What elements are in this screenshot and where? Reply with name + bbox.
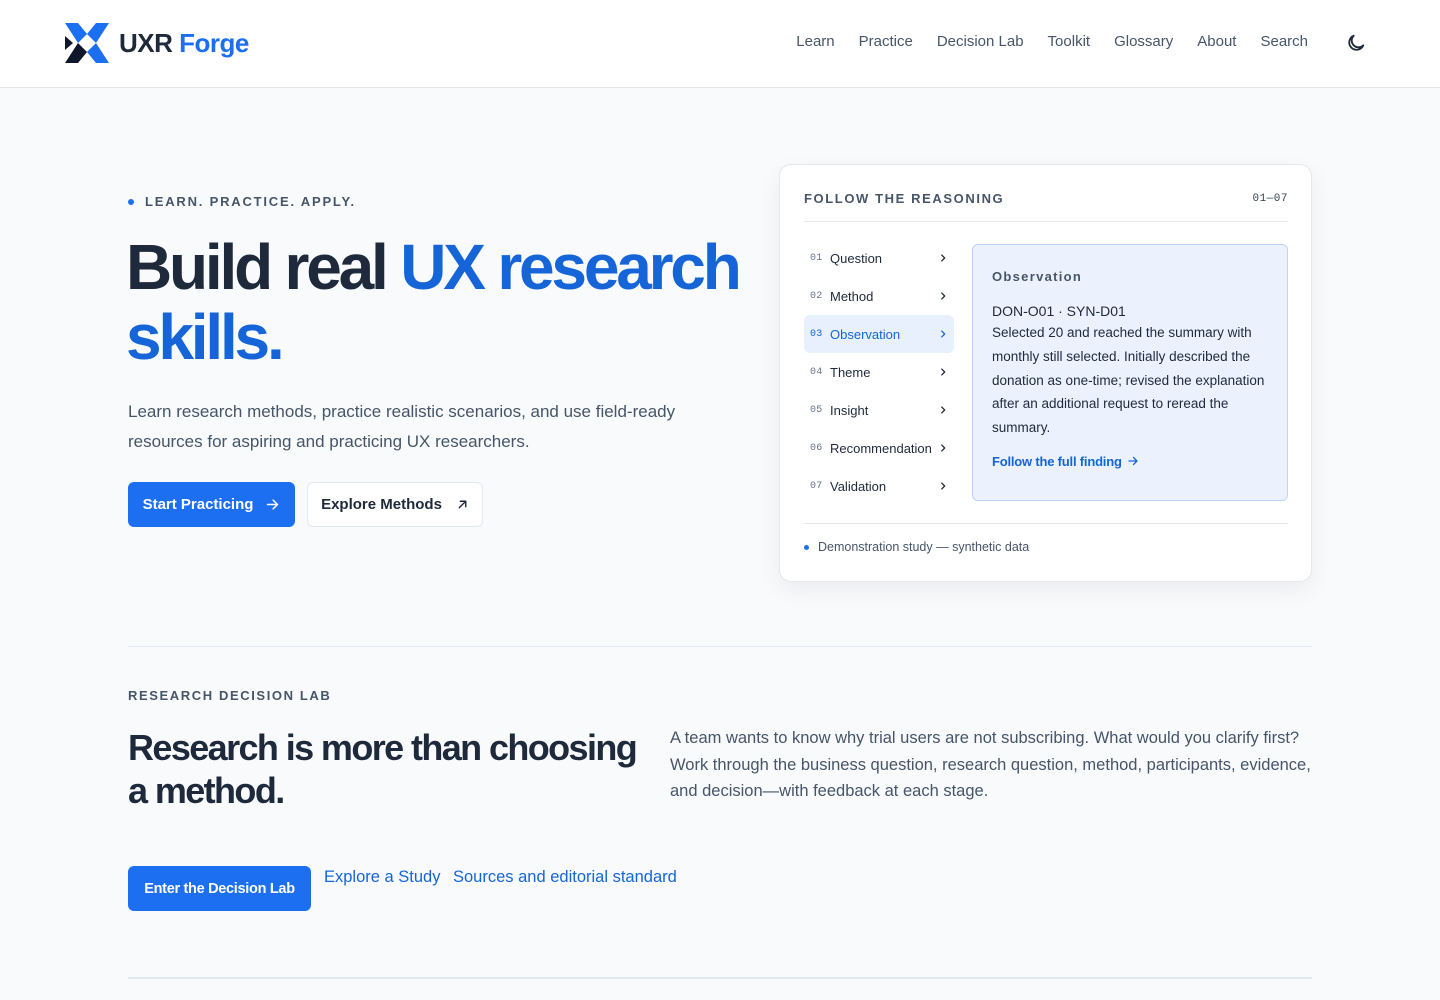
lab-eyebrow: RESEARCH DECISION LAB [128,688,332,703]
chevron-right-icon [941,330,946,338]
nav-decision-lab[interactable]: Decision Lab [937,33,1024,50]
eyebrow-dot [128,198,134,205]
step-number: 06 [810,442,823,454]
chevron-right-icon [941,444,946,452]
main-nav: Learn Practice Decision Lab Toolkit Glos… [796,33,1308,50]
step-insight[interactable]: 05 Insight [804,391,954,429]
enter-decision-lab-button[interactable]: Enter the Decision Lab [128,866,311,911]
step-label: Validation [830,478,887,494]
step-number: 01 [810,252,823,264]
step-question[interactable]: 01 Question [804,239,954,277]
follow-finding-label: Follow the full finding [992,453,1122,469]
reasoning-steps: 01 Question 02 Method 03 Observation 04 … [804,239,954,505]
nav-glossary[interactable]: Glossary [1114,33,1173,50]
step-observation[interactable]: 03 Observation [804,315,954,353]
chevron-right-icon [941,482,946,490]
step-number: 04 [810,366,823,378]
section-divider [128,646,1312,647]
card-divider [804,221,1288,222]
chevron-right-icon [941,368,946,376]
step-label: Method [830,288,874,304]
card-step-range: 01—07 [1252,193,1288,205]
hero-eyebrow: LEARN. PRACTICE. APPLY. [128,194,356,209]
chevron-right-icon [941,406,946,414]
moon-icon[interactable] [1345,32,1367,54]
nav-about[interactable]: About [1197,33,1236,50]
nav-learn[interactable]: Learn [796,33,834,50]
bottom-divider [128,977,1312,979]
hero-title-main: Build real [126,231,389,303]
card-footer-text: Demonstration study — synthetic data [818,540,1030,554]
card-title: FOLLOW THE REASONING [804,191,1005,206]
arrow-up-right-icon [458,500,467,509]
observation-title: Observation [992,269,1083,284]
chevron-right-icon [941,254,946,262]
step-label: Insight [830,402,869,418]
start-practicing-button[interactable]: Start Practicing [128,482,295,527]
step-validation[interactable]: 07 Validation [804,467,954,505]
card-footer-divider [804,523,1288,524]
hero-title: Build real UX research skills. [126,232,746,372]
nav-practice[interactable]: Practice [859,33,913,50]
explore-study-link[interactable]: Explore a Study [324,868,440,887]
arrow-right-icon [1128,457,1138,466]
lab-title: Research is more than choosing a method. [128,727,638,811]
follow-finding-link[interactable]: Follow the full finding [992,454,1269,469]
site-header: UXR Forge Learn Practice Decision Lab To… [0,0,1440,88]
nav-toolkit[interactable]: Toolkit [1048,33,1091,50]
step-method[interactable]: 02 Method [804,277,954,315]
observation-id: DON-O01 · SYN-D01 [992,303,1126,319]
card-header: FOLLOW THE REASONING 01—07 [804,191,1288,206]
site-logo[interactable]: UXR Forge [64,22,249,64]
lab-description: A team wants to know why trial users are… [670,729,1311,800]
arrow-right-icon [267,499,279,510]
hero-eyebrow-text: LEARN. PRACTICE. APPLY. [145,194,356,209]
explore-methods-button[interactable]: Explore Methods [307,482,483,527]
start-practicing-label: Start Practicing [142,496,254,513]
hero-subtitle: Learn research methods, practice realist… [128,402,676,451]
hero-title-period: . [266,301,285,373]
step-number: 07 [810,480,823,492]
step-label: Recommendation [830,440,932,456]
step-theme[interactable]: 04 Theme [804,353,954,391]
footer-dot [804,544,809,550]
nav-search[interactable]: Search [1260,33,1308,50]
explore-methods-label: Explore Methods [321,496,442,513]
step-label: Observation [830,326,901,342]
step-number: 02 [810,290,823,302]
observation-text: Selected 20 and reached the summary with… [992,325,1265,436]
chevron-right-icon [941,292,946,300]
sources-link[interactable]: Sources and editorial standard [453,868,677,887]
step-number: 05 [810,404,823,416]
step-label: Question [830,250,883,266]
step-label: Theme [830,364,871,380]
card-footer: Demonstration study — synthetic data [804,540,1029,554]
logo-mark-icon [65,23,109,63]
step-number: 03 [810,328,823,340]
observation-panel: Observation DON-O01 · SYN-D01 Selected 2… [972,244,1288,501]
reasoning-card: FOLLOW THE REASONING 01—07 01 Question 0… [779,164,1312,582]
logo-text: UXR Forge [119,27,249,58]
step-recommendation[interactable]: 06 Recommendation [804,429,954,467]
